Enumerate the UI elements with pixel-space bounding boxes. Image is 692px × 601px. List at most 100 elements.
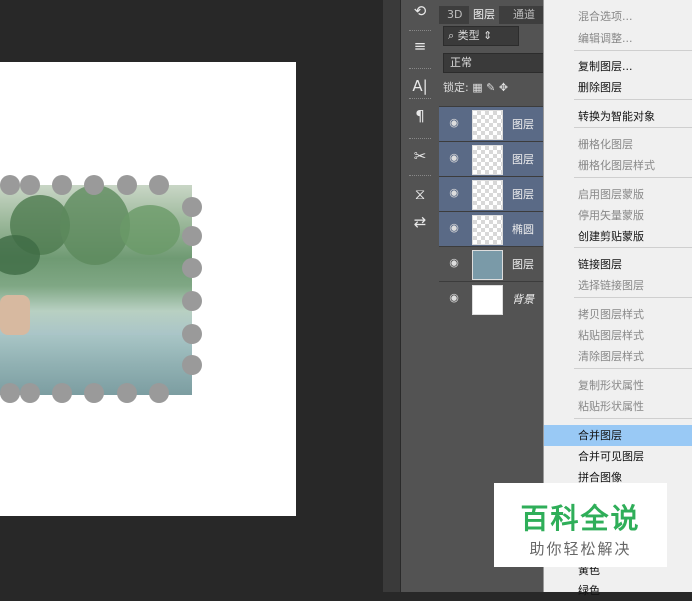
layer-thumbnail: [472, 250, 503, 280]
layer-row[interactable]: ◉ 图层: [439, 246, 549, 281]
menu-separator: [574, 368, 692, 369]
menu-separator: [574, 99, 692, 100]
menu-item: 停用矢量蒙版: [578, 209, 644, 222]
lock-paint-icon[interactable]: ✎: [486, 81, 495, 94]
menu-item: 选择链接图层: [578, 279, 644, 292]
layer-thumbnail: [472, 110, 503, 140]
layer-thumbnail: [472, 285, 503, 315]
menu-item: 拷贝图层样式: [578, 308, 644, 321]
menu-item: 编辑调整...: [578, 32, 633, 45]
stamp-photo: [0, 185, 192, 395]
lock-transparent-icon[interactable]: ▦: [472, 81, 482, 94]
menu-item[interactable]: 合并可见图层: [544, 446, 692, 467]
perforation-dot: [182, 258, 202, 278]
menu-item[interactable]: 绿色: [544, 580, 692, 601]
tab-layers[interactable]: 图层: [469, 6, 499, 24]
layer-name: 图层: [512, 188, 534, 201]
layer-filter-select[interactable]: ⌕ 类型 ⇕: [443, 26, 519, 46]
filter-label: 类型: [457, 29, 480, 42]
layer-name: 图层: [512, 258, 534, 271]
panel-icons-column: ⟲ ≡ A| ¶ ✂ ⧖ ⇄: [400, 0, 440, 592]
tool-preset-icon[interactable]: ✂: [407, 145, 433, 167]
layer-thumbnail: [472, 215, 503, 245]
menu-item[interactable]: 转换为智能对象: [544, 106, 692, 127]
paragraph-icon[interactable]: ¶: [407, 105, 433, 127]
perforation-dot: [182, 355, 202, 375]
eye-icon[interactable]: ◉: [448, 292, 460, 304]
lock-move-icon[interactable]: ✥: [499, 81, 508, 94]
layer-thumbnail: [472, 180, 503, 210]
perforation-dot: [52, 383, 72, 403]
perforation-dot: [117, 383, 137, 403]
clone-source-icon[interactable]: ⧖: [407, 183, 433, 205]
layer-name: 背景: [512, 293, 534, 306]
eye-icon[interactable]: ◉: [448, 187, 460, 199]
layer-row[interactable]: ◉ 图层: [439, 106, 549, 141]
blend-mode-select[interactable]: 正常: [443, 53, 551, 73]
layer-name: 图层: [512, 118, 534, 131]
perforation-dot: [20, 175, 40, 195]
perforation-dot: [149, 383, 169, 403]
lock-row: 锁定: ▦ ✎ ✥: [443, 80, 549, 96]
character-icon[interactable]: A|: [407, 75, 433, 97]
layer-name: 椭圆: [512, 223, 534, 236]
panel-grip[interactable]: [409, 30, 431, 31]
history-icon[interactable]: ⟲: [407, 0, 433, 22]
panel-grip[interactable]: [409, 138, 431, 139]
menu-separator: [574, 418, 692, 419]
menu-item: 粘贴形状属性: [578, 400, 644, 413]
menu-item: 复制形状属性: [578, 379, 644, 392]
layer-row[interactable]: ◉ 图层: [439, 176, 549, 211]
menu-item[interactable]: 创建剪贴蒙版: [544, 226, 692, 247]
eye-icon[interactable]: ◉: [448, 117, 460, 129]
properties-icon[interactable]: ⇄: [407, 211, 433, 233]
eye-icon[interactable]: ◉: [448, 152, 460, 164]
eye-icon[interactable]: ◉: [448, 257, 460, 269]
menu-item: 混合选项...: [578, 10, 633, 23]
panel-grip[interactable]: [409, 98, 431, 99]
search-icon: ⌕: [448, 29, 458, 42]
perforation-dot: [84, 175, 104, 195]
blend-mode-value: 正常: [450, 56, 472, 69]
perforation-dot: [52, 175, 72, 195]
layer-row[interactable]: ◉ 图层: [439, 141, 549, 176]
perforation-dot: [182, 197, 202, 217]
panel-tabs: 3D 图层 通道: [439, 6, 549, 24]
tab-channels[interactable]: 通道: [509, 6, 539, 24]
menu-separator: [574, 127, 692, 128]
panel-grip[interactable]: [409, 68, 431, 69]
watermark-subtitle: 助你轻松解决: [529, 540, 632, 558]
menu-separator: [574, 297, 692, 298]
panel-grip[interactable]: [409, 175, 431, 176]
perforation-dot: [84, 383, 104, 403]
eye-icon[interactable]: ◉: [448, 222, 460, 234]
perforation-dot: [0, 175, 20, 195]
tab-3d[interactable]: 3D: [443, 6, 466, 24]
menu-item: 启用图层蒙版: [578, 188, 644, 201]
menu-item: 栅格化图层: [578, 138, 633, 151]
menu-separator: [574, 50, 692, 51]
watermark: 百科全说 助你轻松解决: [494, 483, 667, 567]
menu-item: 清除图层样式: [578, 350, 644, 363]
perforation-dot: [182, 324, 202, 344]
perforation-dot: [182, 291, 202, 311]
menu-separator: [574, 177, 692, 178]
perforation-dot: [117, 175, 137, 195]
layer-row[interactable]: ◉ 背景: [439, 281, 549, 316]
layer-row[interactable]: ◉ 椭圆: [439, 211, 549, 246]
menu-item[interactable]: 链接图层: [544, 254, 692, 275]
perforation-dot: [149, 175, 169, 195]
lock-label: 锁定:: [443, 81, 469, 94]
menu-item[interactable]: 复制图层...: [544, 56, 692, 77]
perforation-dot: [182, 226, 202, 246]
canvas-scrollbar[interactable]: [383, 0, 400, 592]
menu-item: 粘贴图层样式: [578, 329, 644, 342]
menu-item[interactable]: 删除图层: [544, 77, 692, 98]
watermark-title: 百科全说: [520, 502, 641, 535]
brush-preset-icon[interactable]: ≡: [407, 35, 433, 57]
perforation-dot: [0, 383, 20, 403]
layer-thumbnail: [472, 145, 503, 175]
menu-item: 栅格化图层样式: [578, 159, 655, 172]
menu-separator: [574, 247, 692, 248]
menu-item[interactable]: 合并图层: [544, 425, 692, 446]
